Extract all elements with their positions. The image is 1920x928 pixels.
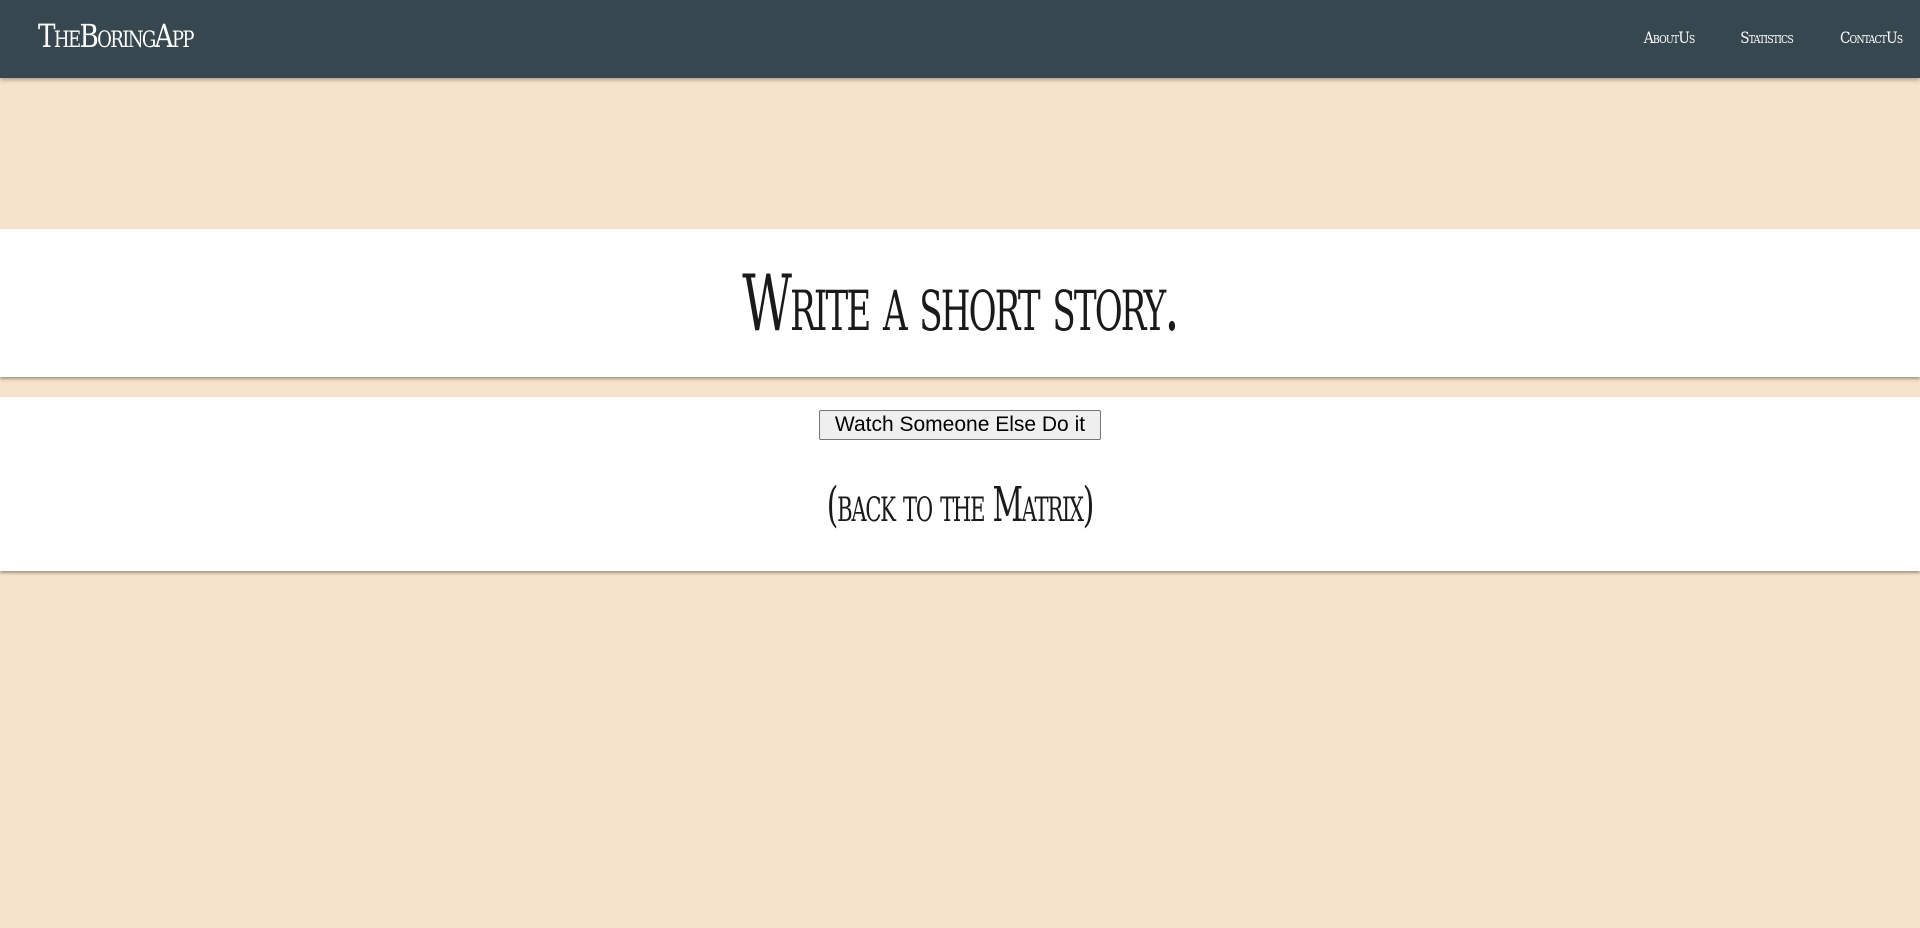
nav-link-about-us[interactable]: AboutUs <box>1644 28 1695 47</box>
back-to-matrix-link[interactable]: (back to the Matrix) <box>365 477 1555 533</box>
prompt-card: Write a short story. <box>0 229 1920 377</box>
brand-logo-link[interactable]: TheBoringApp <box>38 17 195 55</box>
nav-links: AboutUs Statistics ContactUs <box>1599 28 1903 47</box>
top-navbar: TheBoringApp AboutUs Statistics ContactU… <box>0 0 1920 78</box>
prompt-heading: Write a short story. <box>742 259 1179 349</box>
nav-link-contact-us[interactable]: ContactUs <box>1840 28 1903 47</box>
actions-card: Watch Someone Else Do it (back to the Ma… <box>0 397 1920 571</box>
nav-link-statistics[interactable]: Statistics <box>1740 28 1793 47</box>
watch-someone-else-button[interactable]: Watch Someone Else Do it <box>819 410 1101 440</box>
